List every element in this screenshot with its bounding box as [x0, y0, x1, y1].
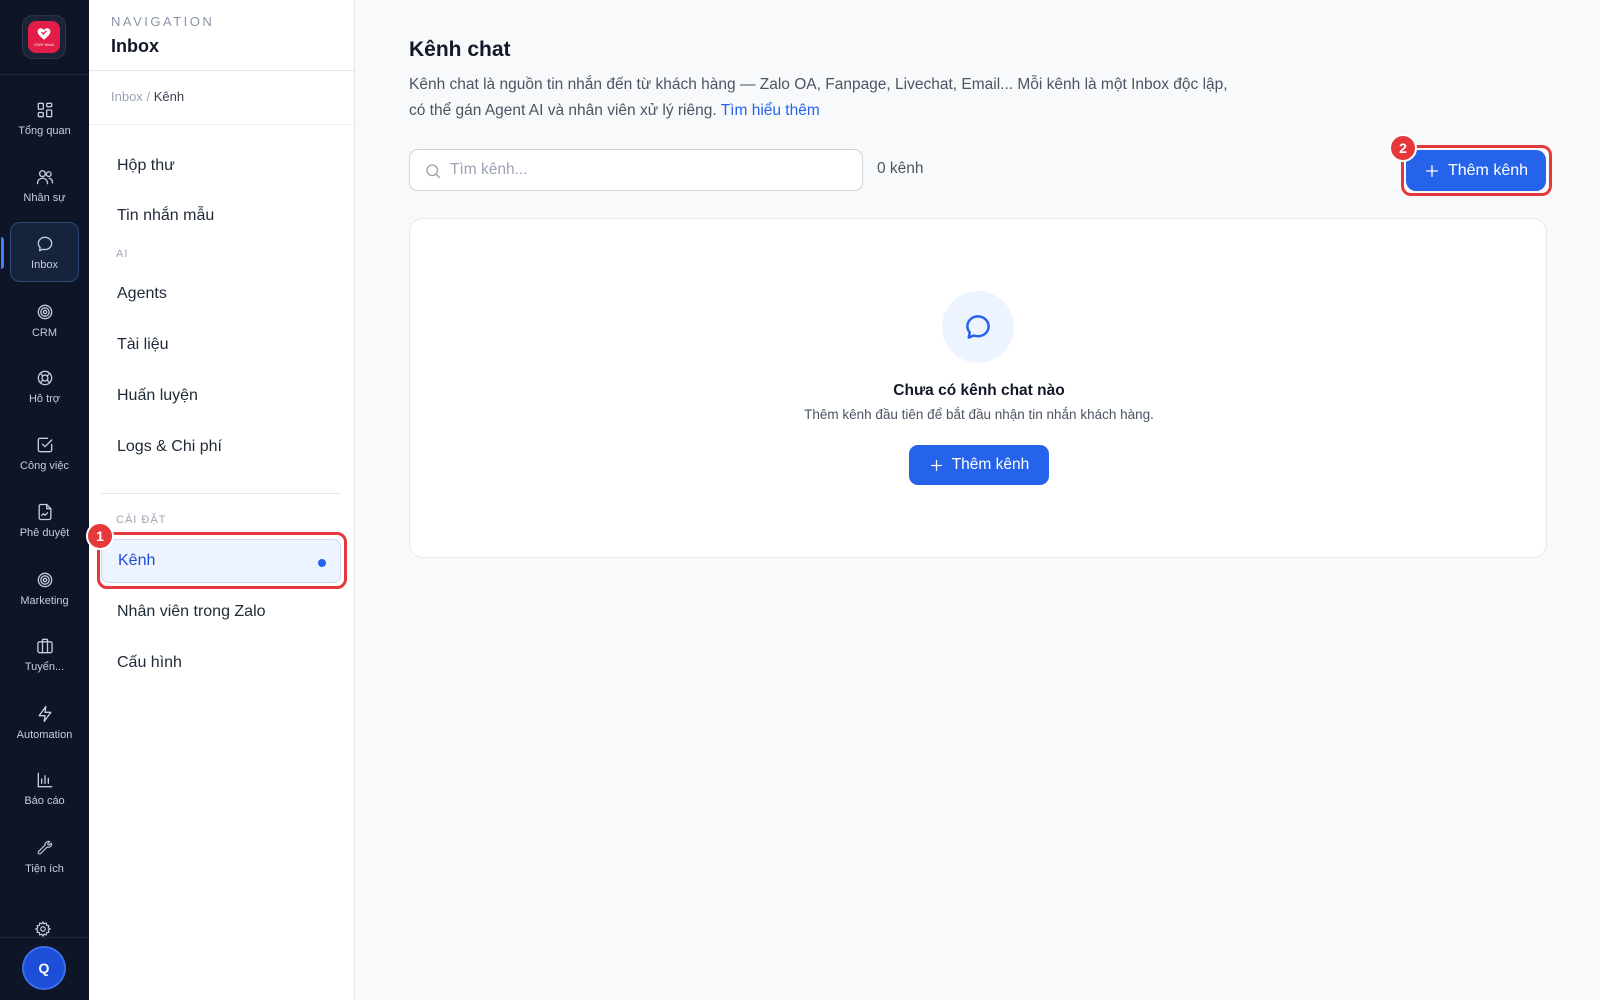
empty-state-title: Chưa có kênh chat nào: [893, 382, 1065, 399]
rail-label: Phê duyệt: [19, 526, 70, 539]
chat-icon: [37, 236, 52, 251]
bar-chart-icon: [37, 772, 52, 787]
rail-label: Inbox: [31, 258, 58, 271]
rail-label: Automation: [16, 728, 73, 741]
step-badge-2: 2: [1389, 134, 1417, 162]
description-line-1: Kênh chat là nguồn tin nhắn đến từ khách…: [409, 76, 1228, 93]
empty-state-subtitle: Thêm kênh đầu tiên để bắt đầu nhận tin n…: [804, 407, 1154, 422]
nav-divider: [89, 124, 355, 125]
target-icon: [37, 572, 52, 587]
rail-label: Hỗ trợ: [28, 392, 61, 405]
rail-item-crm[interactable]: CRM: [10, 290, 79, 350]
users-icon: [36, 169, 53, 184]
breadcrumb: Inbox / Kênh: [111, 89, 184, 104]
document-sign-icon: [38, 503, 51, 520]
nav-divider: [89, 70, 355, 71]
nav-item-tin-nhan-mau[interactable]: Tin nhắn mẫu: [101, 194, 341, 238]
heart-logo-icon: CWV Work: [28, 21, 60, 53]
nav-item-kenh[interactable]: Kênh: [101, 539, 341, 583]
search-input[interactable]: [450, 150, 850, 190]
rail-item-tong-quan[interactable]: Tổng quan: [10, 88, 79, 148]
rail-divider: [0, 74, 89, 75]
nav-item-huan-luyen[interactable]: Huấn luyện: [101, 374, 341, 418]
rail-item-nhan-su[interactable]: Nhân sự: [10, 155, 79, 215]
learn-more-link[interactable]: Tìm hiểu thêm: [721, 102, 820, 119]
wrench-icon: [37, 840, 52, 855]
checkbox-icon: [37, 437, 52, 452]
rail-label: CRM: [31, 326, 58, 339]
rail-item-inbox[interactable]: Inbox: [1, 222, 79, 282]
description-line-2: có thể gán Agent AI và nhân viên xử lý r…: [409, 102, 717, 119]
nav-item-hop-thu[interactable]: Hộp thư: [101, 144, 341, 188]
rail-item-automation[interactable]: Automation: [10, 692, 79, 752]
page-description: Kênh chat là nguồn tin nhắn đến từ khách…: [409, 72, 1269, 124]
page-title: Kênh chat: [409, 38, 511, 61]
rail-label: Tổng quan: [18, 124, 71, 137]
nav-item-agents[interactable]: Agents: [101, 272, 341, 316]
channel-search[interactable]: [409, 149, 863, 191]
plus-icon: [1425, 164, 1438, 177]
rail-bottom-divider: [0, 937, 89, 938]
rail-item-marketing[interactable]: Marketing: [10, 558, 79, 618]
app-logo[interactable]: CWV Work: [22, 15, 66, 59]
rail-label: Nhân sự: [23, 191, 66, 204]
breadcrumb-parent[interactable]: Inbox: [111, 89, 143, 104]
rail-label: Tuyển...: [24, 660, 65, 673]
breadcrumb-current: Kênh: [153, 89, 185, 104]
rail-item-cong-viec[interactable]: Công việc: [10, 423, 79, 483]
rail-item-tien-ich[interactable]: Tiện ích: [10, 826, 79, 886]
empty-add-channel-label: Thêm kênh: [951, 456, 1030, 473]
active-dot-icon: [318, 559, 326, 567]
dashboard-icon: [37, 102, 52, 117]
breadcrumb-separator: /: [146, 89, 151, 104]
app-rail: CWV Work Tổng quan Nhân sự Inbox CRM Hỗ …: [0, 0, 89, 1000]
add-channel-button[interactable]: Thêm kênh: [1406, 150, 1546, 191]
search-icon: [426, 164, 441, 179]
secondary-nav: NAVIGATION Inbox Inbox / Kênh Hộp thư Ti…: [89, 0, 355, 1000]
nav-section-ai: AI: [116, 248, 129, 260]
nav-item-logs-chi-phi[interactable]: Logs & Chi phí: [101, 425, 341, 469]
step-badge-1: 1: [86, 522, 114, 550]
plus-icon: [930, 459, 942, 471]
rail-label: Công việc: [20, 459, 69, 472]
target-icon: [37, 304, 52, 319]
rail-label: Báo cáo: [24, 794, 65, 807]
rail-label: Tiện ích: [25, 862, 64, 875]
nav-caption: NAVIGATION: [111, 14, 215, 29]
empty-add-channel-button[interactable]: Thêm kênh: [909, 445, 1049, 485]
lifebuoy-icon: [37, 370, 52, 385]
add-channel-label: Thêm kênh: [1447, 161, 1529, 179]
empty-state-card: Chưa có kênh chat nào Thêm kênh đầu tiên…: [409, 218, 1547, 558]
rail-item-ho-tro[interactable]: Hỗ trợ: [10, 356, 79, 416]
lightning-icon: [38, 705, 51, 722]
chat-bubble-icon: [942, 291, 1014, 363]
user-avatar[interactable]: Q: [22, 946, 66, 990]
nav-item-tai-lieu[interactable]: Tài liệu: [101, 323, 341, 367]
nav-divider: [101, 493, 341, 494]
rail-item-tuyen-dung[interactable]: Tuyển...: [10, 624, 79, 684]
channel-count: 0 kênh: [877, 160, 924, 177]
nav-title: Inbox: [111, 36, 159, 56]
briefcase-icon: [36, 638, 53, 653]
nav-item-cau-hinh[interactable]: Cấu hình: [101, 641, 341, 685]
rail-label: Marketing: [20, 594, 69, 607]
nav-item-nhan-vien-zalo[interactable]: Nhân viên trong Zalo: [101, 590, 341, 634]
rail-item-phe-duyet[interactable]: Phê duyệt: [10, 490, 79, 550]
logo-text: CWV Work: [34, 42, 54, 47]
nav-section-settings: CÀI ĐẶT: [116, 514, 167, 526]
nav-item-label: Kênh: [118, 552, 156, 569]
rail-item-bao-cao[interactable]: Báo cáo: [10, 758, 79, 818]
